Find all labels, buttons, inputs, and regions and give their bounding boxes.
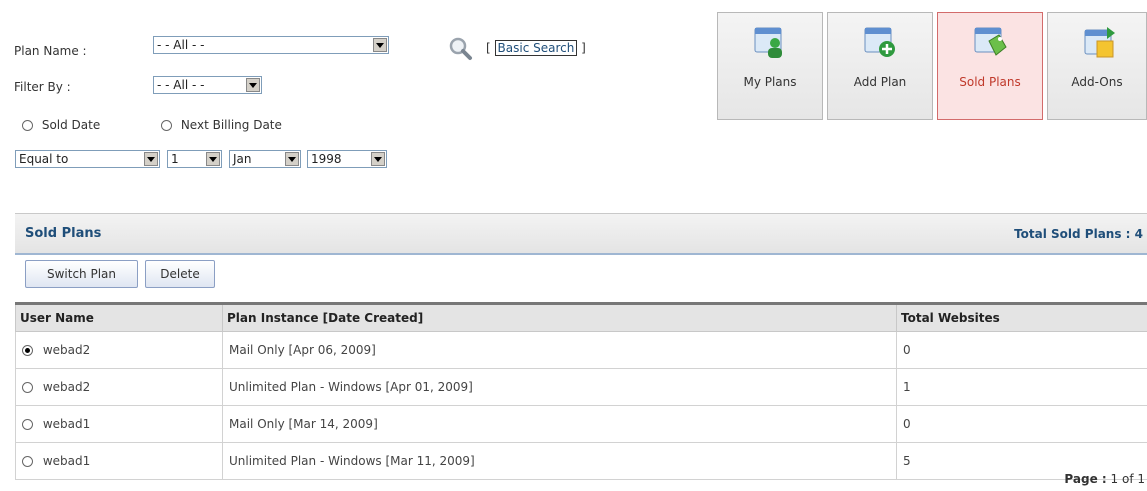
column-header-user-name: User Name [15,303,223,332]
user-cell: webad1 [15,405,223,443]
month-select[interactable]: Jan [229,150,301,168]
user-name: webad2 [42,380,91,394]
chevron-down-icon [285,152,299,166]
plan-cell: Unlimited Plan - Windows [Apr 01, 2009] [222,368,897,406]
sold-plans-table: User Name Plan Instance [Date Created] T… [15,302,1147,480]
pagination-value: 1 of 1 [1110,472,1145,486]
year-value: 1998 [311,152,342,166]
user-name: webad1 [42,417,91,431]
search-icon[interactable] [448,36,474,65]
table-row[interactable]: webad2 Mail Only [Apr 06, 2009] 0 [15,331,1147,369]
chevron-down-icon [246,78,260,92]
tile-my-plans[interactable]: My Plans [717,12,823,120]
year-select[interactable]: 1998 [307,150,387,168]
table-row[interactable]: webad1 Mail Only [Mar 14, 2009] 0 [15,405,1147,443]
add-card-icon [864,27,895,57]
table-row[interactable]: webad1 Unlimited Plan - Windows [Mar 11,… [15,442,1147,480]
plan-name-value: - - All - - [157,38,205,52]
plan-cell: Unlimited Plan - Windows [Mar 11, 2009] [222,442,897,480]
switch-plan-button[interactable]: Switch Plan [25,260,138,288]
pagination-label: Page : [1064,472,1107,486]
radio-icon [161,120,172,131]
total-sold-plans: Total Sold Plans : 4 [1014,227,1143,241]
user-name: webad2 [42,343,91,357]
websites-cell: 0 [896,331,1147,369]
plan-cell: Mail Only [Apr 06, 2009] [222,331,897,369]
panel-title: Sold Plans [25,226,102,241]
condition-value: Equal to [19,152,69,166]
tile-label: Sold Plans [959,75,1021,89]
radio-sold-date[interactable]: Sold Date [22,118,100,132]
row-radio[interactable] [22,419,33,430]
row-radio[interactable] [22,456,33,467]
websites-cell: 1 [896,368,1147,406]
basic-search-link[interactable]: [ Basic Search ] [486,40,586,56]
chevron-down-icon [144,152,158,166]
day-select[interactable]: 1 [167,150,222,168]
month-value: Jan [233,152,252,166]
tile-label: Add Plan [853,75,907,89]
chevron-down-icon [371,152,385,166]
tag-card-icon [974,27,1007,56]
pagination: Page : 1 of 1 [1064,472,1145,486]
filter-by-value: - - All - - [157,78,205,92]
radio-icon [22,120,33,131]
radio-next-billing-label: Next Billing Date [180,118,282,132]
sold-plans-panel-header: Sold Plans Total Sold Plans : 4 [15,213,1147,255]
table-header-row: User Name Plan Instance [Date Created] T… [15,303,1147,332]
plan-name-select[interactable]: - - All - - [153,36,389,54]
bracket-close: ] [581,41,586,55]
row-radio[interactable] [22,382,33,393]
column-header-total-websites: Total Websites [896,303,1147,332]
bracket-open: [ [486,41,491,55]
chevron-down-icon [373,38,387,52]
radio-sold-date-label: Sold Date [41,118,101,132]
row-radio[interactable] [22,345,33,356]
delete-button[interactable]: Delete [145,260,215,288]
user-card-icon [754,27,782,58]
chevron-down-icon [206,152,220,166]
table-row[interactable]: webad2 Unlimited Plan - Windows [Apr 01,… [15,368,1147,406]
tile-sold-plans[interactable]: Sold Plans [937,12,1043,120]
plan-name-label: Plan Name : [14,44,87,58]
plan-cell: Mail Only [Mar 14, 2009] [222,405,897,443]
websites-cell: 0 [896,405,1147,443]
column-header-plan-instance: Plan Instance [Date Created] [222,303,897,332]
tile-add-ons[interactable]: Add-Ons [1047,12,1147,120]
user-cell: webad2 [15,368,223,406]
addon-card-icon [1084,27,1115,58]
tile-add-plan[interactable]: Add Plan [827,12,933,120]
condition-select[interactable]: Equal to [15,150,160,168]
radio-next-billing-date[interactable]: Next Billing Date [161,118,282,132]
user-cell: webad2 [15,331,223,369]
filter-by-select[interactable]: - - All - - [153,76,262,94]
user-name: webad1 [42,454,91,468]
tile-label: Add-Ons [1071,75,1123,89]
tile-label: My Plans [743,75,797,89]
filter-by-label: Filter By : [14,80,71,94]
user-cell: webad1 [15,442,223,480]
day-value: 1 [171,152,179,166]
basic-search-label: Basic Search [494,40,578,56]
